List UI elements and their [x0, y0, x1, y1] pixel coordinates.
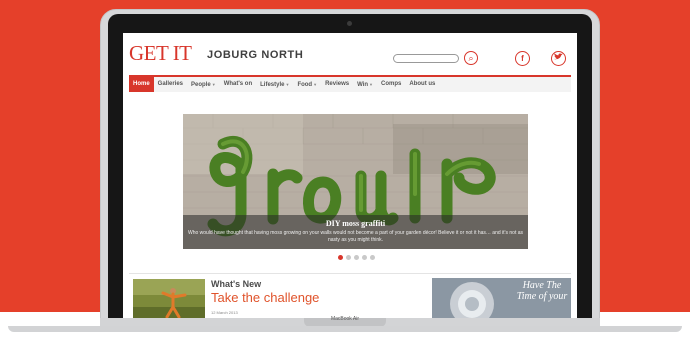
news-date: 12 March 2013	[211, 310, 238, 315]
news-section-title: What's New	[211, 279, 262, 289]
laptop-label: MacBook Air	[330, 316, 360, 322]
hero-slider[interactable]: DIY moss graffiti Who would have thought…	[183, 114, 528, 249]
nav-item-about-us[interactable]: About us	[405, 77, 439, 92]
site-header: GET IT JOBURG NORTH ⌕ f	[123, 33, 577, 73]
site-logo[interactable]: GET IT	[129, 41, 192, 66]
slider-dot[interactable]	[362, 255, 367, 260]
slider-dot[interactable]	[346, 255, 351, 260]
twitter-icon[interactable]	[551, 51, 566, 66]
news-headline[interactable]: Take the challenge	[211, 290, 319, 305]
slide-caption: DIY moss graffiti Who would have thought…	[183, 215, 528, 249]
site-logo-subtitle[interactable]: JOBURG NORTH	[207, 49, 303, 61]
nav-item-label: Food	[297, 82, 313, 88]
slider-dot[interactable]	[354, 255, 359, 260]
ad-text: Have The Time of your	[516, 280, 568, 302]
nav-item-reviews[interactable]: Reviews	[321, 77, 353, 92]
slider-pagination	[338, 255, 375, 260]
nav-item-home[interactable]: Home	[129, 77, 154, 92]
chevron-down-icon: ▼	[369, 82, 374, 87]
slide-title[interactable]: DIY moss graffiti	[183, 219, 528, 228]
chevron-down-icon: ▼	[211, 82, 216, 87]
laptop-base-lip	[8, 326, 682, 332]
twitter-bird-icon	[554, 53, 563, 60]
chevron-down-icon: ▼	[285, 82, 290, 87]
runner-photo	[133, 279, 205, 321]
section-divider	[129, 273, 571, 274]
nav-item-whats-on[interactable]: What's on	[220, 77, 256, 92]
nav-item-lifestyle[interactable]: Lifestyle▼	[256, 77, 293, 92]
search-icon[interactable]: ⌕	[464, 51, 478, 65]
nav-item-label: Win	[357, 82, 369, 88]
slider-dot[interactable]	[370, 255, 375, 260]
nav-item-comps[interactable]: Comps	[377, 77, 405, 92]
nav-item-food[interactable]: Food▼	[293, 77, 321, 92]
browser-viewport: GET IT JOBURG NORTH ⌕ f Home Galleries P…	[123, 33, 577, 321]
main-nav: Home Galleries People▼ What's on Lifesty…	[129, 75, 571, 92]
nav-item-label: Lifestyle	[260, 82, 285, 88]
slide-text: Who would have thought that having moss …	[187, 230, 524, 243]
chevron-down-icon: ▼	[313, 82, 318, 87]
facebook-icon[interactable]: f	[515, 51, 530, 66]
nav-item-label: People	[191, 82, 211, 88]
advertisement-banner[interactable]: Have The Time of your	[432, 278, 571, 321]
nav-item-people[interactable]: People▼	[187, 77, 220, 92]
nav-item-win[interactable]: Win▼	[353, 77, 377, 92]
nav-item-galleries[interactable]: Galleries	[154, 77, 187, 92]
news-thumbnail[interactable]	[133, 279, 205, 321]
search-input[interactable]	[393, 54, 459, 63]
slider-dot-active[interactable]	[338, 255, 343, 260]
camera-icon	[347, 21, 352, 26]
